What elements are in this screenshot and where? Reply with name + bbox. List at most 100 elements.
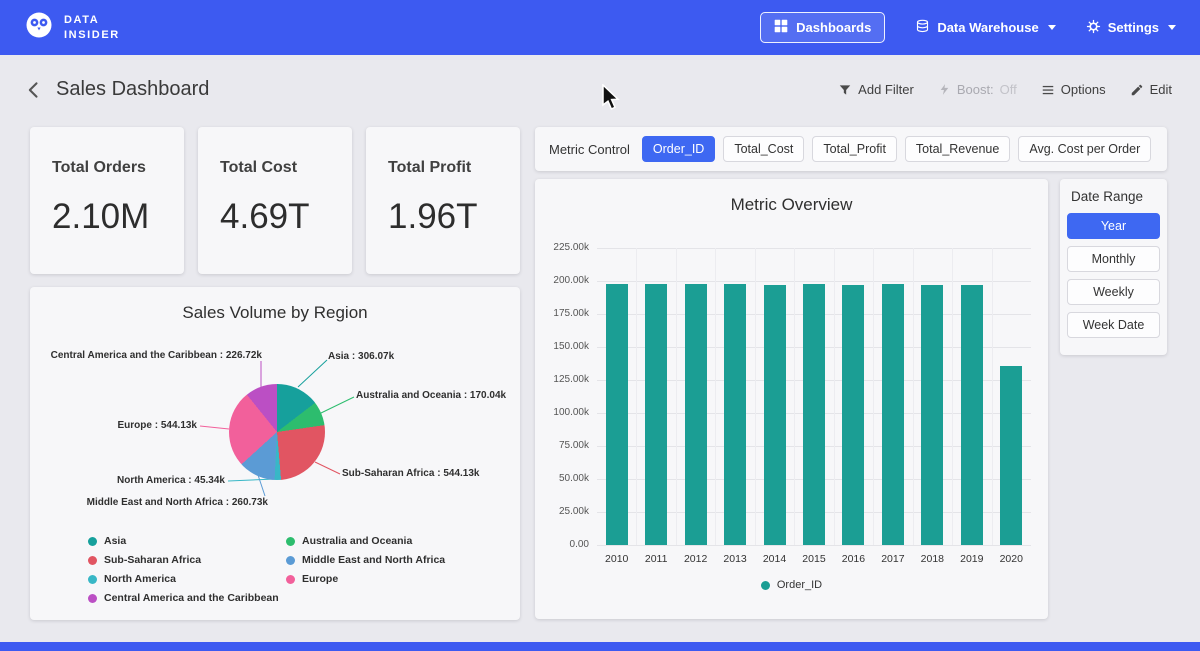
legend-item-middle-east-and-north-africa: Middle East and North Africa — [286, 554, 445, 566]
pie-callout-central-america-and-the-caribbean: Central America and the Caribbean : 226.… — [46, 350, 262, 361]
kpi-row: Total Orders2.10MTotal Cost4.69TTotal Pr… — [30, 127, 520, 274]
y-tick-label: 150.00k — [535, 341, 589, 352]
y-tick-label: 125.00k — [535, 374, 589, 385]
brand[interactable]: DATA INSIDER — [24, 10, 120, 45]
bar-2016 — [842, 285, 864, 545]
date-range-button-monthly[interactable]: Monthly — [1067, 246, 1160, 272]
pie-callout-sub-saharan-africa: Sub-Saharan Africa : 544.13k — [342, 468, 479, 479]
legend-dot — [88, 537, 97, 546]
legend-label: North America — [104, 573, 176, 585]
bar-2019 — [961, 285, 983, 545]
y-tick-label: 100.00k — [535, 407, 589, 418]
gridline — [597, 545, 1031, 546]
boost-state: Off — [1000, 82, 1017, 97]
x-tick-label: 2016 — [834, 553, 873, 565]
x-tick-label: 2013 — [715, 553, 754, 565]
boost-toggle[interactable]: Boost: Off — [938, 82, 1017, 97]
x-tick-label: 2014 — [755, 553, 794, 565]
chevron-down-icon — [1168, 25, 1176, 30]
metric-button-total-profit[interactable]: Total_Profit — [812, 136, 897, 162]
legend-dot — [761, 581, 770, 590]
gridline-vertical — [992, 248, 993, 545]
pie-callout-australia-and-oceania: Australia and Oceania : 170.04k — [356, 390, 506, 401]
pie-callout-europe: Europe : 544.13k — [83, 420, 197, 431]
metric-button-total-cost[interactable]: Total_Cost — [723, 136, 804, 162]
date-range-card: Date Range Year Monthly Weekly Week Date — [1060, 179, 1167, 355]
pie-legend-col2: Australia and OceaniaMiddle East and Nor… — [286, 535, 445, 585]
gridline-vertical — [636, 248, 637, 545]
kpi-label: Total Profit — [388, 159, 520, 177]
kpi-value: 1.96T — [388, 197, 520, 237]
options-button[interactable]: Options — [1041, 82, 1106, 97]
y-tick-label: 225.00k — [535, 242, 589, 253]
date-range-button-week-date[interactable]: Week Date — [1067, 312, 1160, 338]
gridline — [597, 248, 1031, 249]
y-tick-label: 200.00k — [535, 275, 589, 286]
date-range-button-year[interactable]: Year — [1067, 213, 1160, 239]
metric-button-avg-cost-per-order[interactable]: Avg. Cost per Order — [1018, 136, 1151, 162]
gridline-vertical — [755, 248, 756, 545]
boost-lightning-icon — [938, 83, 951, 96]
metric-button-total-revenue[interactable]: Total_Revenue — [905, 136, 1010, 162]
gridline — [597, 281, 1031, 282]
boost-label: Boost: — [957, 82, 994, 97]
gear-icon — [1086, 19, 1101, 37]
bar-2014 — [764, 285, 786, 545]
metric-button-order-id[interactable]: Order_ID — [642, 136, 715, 162]
kpi-label: Total Orders — [52, 159, 184, 177]
x-tick-label: 2020 — [992, 553, 1031, 565]
legend-dot — [286, 556, 295, 565]
funnel-icon — [838, 83, 852, 97]
footer-bar — [0, 642, 1200, 651]
date-range-label: Date Range — [1071, 189, 1160, 204]
gridline-vertical — [834, 248, 835, 545]
bar-2015 — [803, 284, 825, 545]
x-tick-label: 2018 — [913, 553, 952, 565]
legend-label: Middle East and North Africa — [302, 554, 445, 566]
kpi-card-total-profit: Total Profit 1.96T — [366, 127, 520, 274]
options-label: Options — [1061, 82, 1106, 97]
pie-callout-north-america: North America : 45.34k — [83, 475, 225, 486]
back-button[interactable] — [24, 80, 44, 100]
brand-line1: DATA — [64, 14, 99, 26]
legend-item-sub-saharan-africa: Sub-Saharan Africa — [88, 554, 279, 566]
x-tick-label: 2012 — [676, 553, 715, 565]
edit-button[interactable]: Edit — [1130, 82, 1172, 97]
database-icon — [915, 19, 930, 37]
kpi-value: 2.10M — [52, 197, 184, 237]
y-tick-label: 75.00k — [535, 440, 589, 451]
options-list-icon — [1041, 83, 1055, 97]
date-range-button-weekly[interactable]: Weekly — [1067, 279, 1160, 305]
legend-label: Central America and the Caribbean — [104, 592, 279, 604]
gridline-vertical — [873, 248, 874, 545]
bar-2012 — [685, 284, 707, 545]
bar-2013 — [724, 284, 746, 545]
bar-legend-label: Order_ID — [777, 579, 822, 591]
metric-control-label: Metric Control — [549, 142, 630, 157]
bar-plot — [597, 248, 1031, 545]
nav-dashboards-button[interactable]: Dashboards — [760, 12, 885, 43]
nav-settings-menu[interactable]: Settings — [1086, 19, 1176, 37]
gridline-vertical — [676, 248, 677, 545]
nav-settings-label: Settings — [1108, 20, 1159, 35]
pie-legend-col1: Asia Sub-Saharan Africa North America Centr… — [88, 535, 279, 604]
pencil-icon — [1130, 83, 1144, 97]
y-tick-label: 0.00 — [535, 539, 589, 550]
page-header: Sales Dashboard Add Filter Boost: Off Op… — [24, 78, 1172, 101]
legend-label: Sub-Saharan Africa — [104, 554, 201, 566]
legend-item-north-america: North America — [88, 573, 279, 585]
legend-dot — [286, 537, 295, 546]
kpi-label: Total Cost — [220, 159, 352, 177]
nav-data-warehouse-menu[interactable]: Data Warehouse — [915, 19, 1055, 37]
brand-line2: INSIDER — [64, 29, 120, 41]
x-tick-label: 2019 — [952, 553, 991, 565]
chevron-down-icon — [1048, 25, 1056, 30]
y-tick-label: 25.00k — [535, 506, 589, 517]
legend-label: Asia — [104, 535, 126, 547]
pie-area: Asia Sub-Saharan Africa North America Centr… — [30, 287, 520, 620]
pie-callout-middle-east-and-north-africa: Middle East and North Africa : 260.73k — [48, 497, 268, 508]
kpi-card-total-orders: Total Orders 2.10M — [30, 127, 184, 274]
x-tick-label: 2017 — [873, 553, 912, 565]
nav-dashboards-label: Dashboards — [796, 20, 871, 35]
add-filter-button[interactable]: Add Filter — [838, 82, 914, 97]
